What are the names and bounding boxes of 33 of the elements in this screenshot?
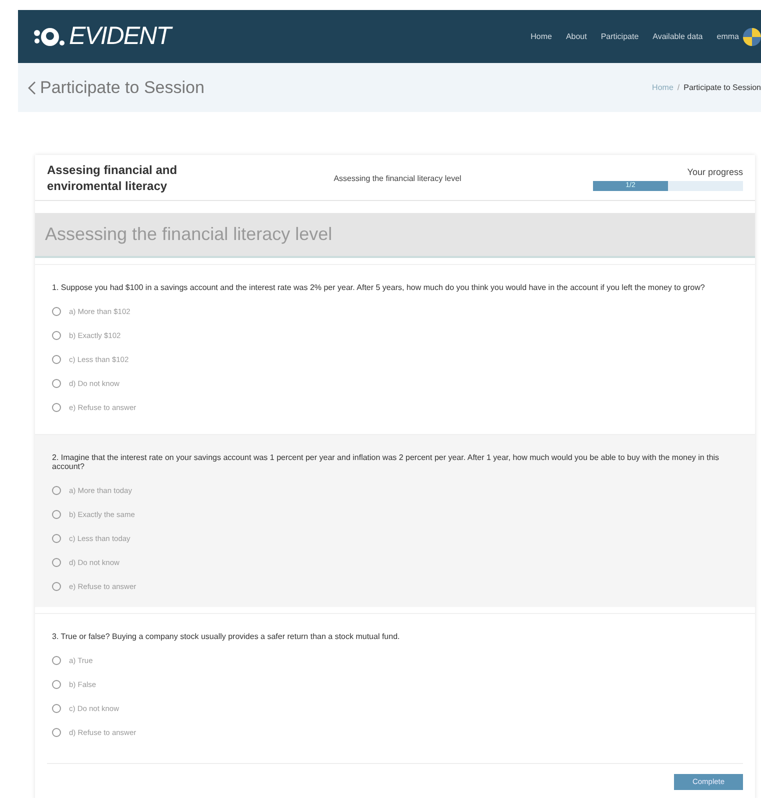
survey-title: Assesing financial and enviromental literacy <box>47 163 178 194</box>
radio-button[interactable] <box>52 331 61 340</box>
question-text: 1. Suppose you had $100 in a savings account and the interest rate was 2% per year. After 5 years, how much do you think you would have in the account if you left the money to grow? <box>52 283 706 293</box>
nav-link[interactable]: About <box>566 32 587 41</box>
radio-button[interactable] <box>52 510 61 520</box>
user-menu[interactable]: emma <box>716 32 739 41</box>
progress-label: Your progress <box>687 166 743 177</box>
radio-button[interactable] <box>52 403 61 412</box>
radio-button[interactable] <box>52 680 61 690</box>
radio-button[interactable] <box>52 558 61 568</box>
user-avatar-icon[interactable] <box>743 28 761 46</box>
radio-button[interactable] <box>52 582 61 592</box>
radio-button[interactable] <box>52 307 61 316</box>
nav-link[interactable]: Participate <box>600 32 639 41</box>
question-text: 3. True or false? Buying a company stock usually provides a safer return than a stock mutual fund. <box>52 632 401 642</box>
radio-button[interactable] <box>52 534 61 544</box>
breadcrumb-item[interactable]: Home <box>652 83 674 92</box>
radio-button[interactable] <box>52 704 61 714</box>
question-text: 2. Imagine that the interest rate on your savings account was 1 percent per year and inflation was 2 percent per year. After 1 year, how much would you be able to buy with the money in this account? <box>52 452 720 472</box>
page-title: Participate to Session <box>40 78 204 98</box>
nav-link[interactable]: Available data <box>652 32 703 41</box>
breadcrumb-separator: / <box>677 83 680 92</box>
radio-button[interactable] <box>52 355 61 364</box>
section-label: Assessing the financial literacy level <box>332 173 462 185</box>
section-title: Assessing the financial literacy level <box>45 224 332 244</box>
radio-button[interactable] <box>52 486 61 496</box>
logo-text[interactable]: EVIDENT <box>69 22 170 51</box>
radio-button[interactable] <box>52 656 61 666</box>
nav-link[interactable]: Home <box>530 32 552 41</box>
radio-button[interactable] <box>52 379 61 388</box>
back-chevron-icon[interactable] <box>28 80 36 94</box>
breadcrumb-item[interactable]: Participate to Session <box>684 83 761 92</box>
radio-button[interactable] <box>52 728 61 738</box>
